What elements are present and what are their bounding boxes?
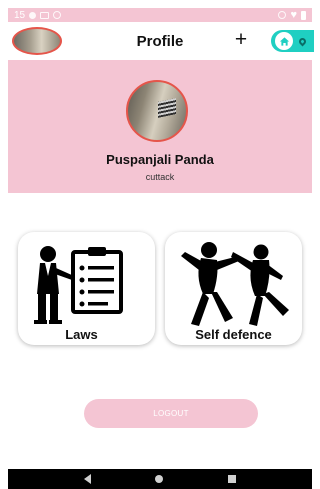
laws-card[interactable]: Laws	[18, 232, 155, 345]
home-icon[interactable]	[275, 32, 293, 50]
page-title: Profile	[136, 33, 184, 50]
self-defence-icon	[181, 242, 289, 326]
home-toggle[interactable]	[271, 30, 314, 52]
notification-dot-icon	[29, 11, 37, 19]
home-nav-icon[interactable]	[155, 475, 164, 483]
sync-icon	[53, 11, 62, 19]
self-defence-label: Self defence	[195, 327, 272, 342]
photo-detail	[158, 98, 176, 118]
profile-name: Puspanjali Panda	[106, 152, 214, 167]
status-right: ♥	[278, 8, 306, 21]
self-defence-card[interactable]: Self defence	[165, 232, 302, 345]
profile-location: cuttack	[145, 172, 175, 182]
message-icon	[40, 11, 50, 19]
add-button[interactable]: +	[231, 28, 251, 52]
status-time: 15	[14, 9, 26, 21]
laws-label: Laws	[65, 327, 98, 342]
signal-icon: ♥	[290, 8, 297, 21]
location-icon	[278, 11, 287, 19]
recents-icon[interactable]	[227, 475, 236, 483]
battery-icon	[301, 10, 306, 20]
profile-banner: Puspanjali Panda cuttack	[8, 60, 312, 193]
app-header: Profile +	[8, 22, 314, 60]
profile-photo[interactable]	[126, 80, 188, 142]
system-nav-bar	[8, 469, 312, 489]
status-bar: 15 ♥	[8, 8, 312, 22]
status-left: 15	[14, 9, 62, 21]
lawyer-checklist-icon	[34, 246, 123, 324]
map-pin-icon[interactable]	[297, 36, 308, 46]
logout-button[interactable]: LOGOUT	[84, 399, 258, 428]
back-icon[interactable]	[84, 474, 92, 484]
